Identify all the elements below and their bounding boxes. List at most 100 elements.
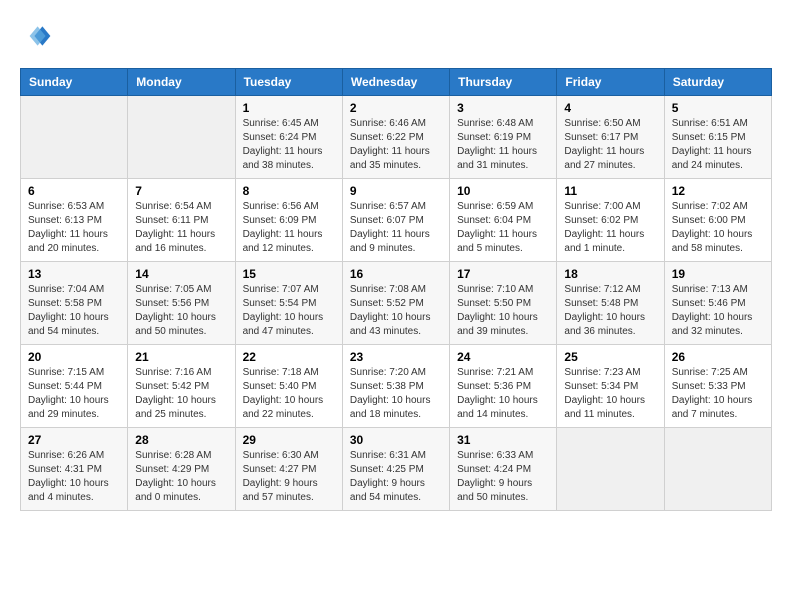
day-number: 9: [350, 184, 442, 198]
page-header: [20, 20, 772, 52]
weekday-header: Thursday: [450, 69, 557, 96]
day-number: 28: [135, 433, 227, 447]
calendar-week-row: 6 Sunrise: 6:53 AMSunset: 6:13 PMDaylight…: [21, 179, 772, 262]
day-number: 27: [28, 433, 120, 447]
weekday-header: Saturday: [664, 69, 771, 96]
day-number: 29: [243, 433, 335, 447]
day-info: Sunrise: 7:23 AMSunset: 5:34 PMDaylight:…: [564, 366, 656, 422]
day-info: Sunrise: 6:28 AMSunset: 4:29 PMDaylight:…: [135, 449, 227, 505]
day-number: 14: [135, 267, 227, 281]
calendar-cell: 9 Sunrise: 6:57 AMSunset: 6:07 PMDaylight…: [342, 179, 449, 262]
calendar-week-row: 27 Sunrise: 6:26 AMSunset: 4:31 PMDayligh…: [21, 428, 772, 511]
calendar-cell: 14 Sunrise: 7:05 AMSunset: 5:56 PMDayligh…: [128, 262, 235, 345]
day-info: Sunrise: 7:07 AMSunset: 5:54 PMDaylight:…: [243, 283, 335, 339]
calendar-cell: 28 Sunrise: 6:28 AMSunset: 4:29 PMDayligh…: [128, 428, 235, 511]
calendar-body: 1Sunrise: 6:45 AMSunset: 6:24 PMDaylight…: [21, 96, 772, 511]
day-number: 18: [564, 267, 656, 281]
day-info: Sunrise: 6:33 AMSunset: 4:24 PMDaylight:…: [457, 449, 549, 505]
weekday-header: Tuesday: [235, 69, 342, 96]
day-info: Sunrise: 7:12 AMSunset: 5:48 PMDaylight:…: [564, 283, 656, 339]
day-number: 7: [135, 184, 227, 198]
calendar-cell: 1Sunrise: 6:45 AMSunset: 6:24 PMDaylight…: [235, 96, 342, 179]
calendar-cell: 29Sunrise: 6:30 AMSunset: 4:27 PMDayligh…: [235, 428, 342, 511]
calendar-cell: [557, 428, 664, 511]
day-info: Sunrise: 6:51 AMSunset: 6:15 PMDaylight:…: [672, 117, 764, 173]
calendar-cell: 3 Sunrise: 6:48 AMSunset: 6:19 PMDaylight…: [450, 96, 557, 179]
calendar-cell: [664, 428, 771, 511]
calendar-cell: 24 Sunrise: 7:21 AMSunset: 5:36 PMDayligh…: [450, 345, 557, 428]
weekday-header: Monday: [128, 69, 235, 96]
calendar-cell: 21 Sunrise: 7:16 AMSunset: 5:42 PMDayligh…: [128, 345, 235, 428]
calendar-cell: 27 Sunrise: 6:26 AMSunset: 4:31 PMDayligh…: [21, 428, 128, 511]
day-number: 17: [457, 267, 549, 281]
calendar-header: SundayMondayTuesdayWednesdayThursdayFrid…: [21, 69, 772, 96]
day-info: Sunrise: 6:48 AMSunset: 6:19 PMDaylight:…: [457, 117, 549, 173]
day-info: Sunrise: 6:46 AMSunset: 6:22 PMDaylight:…: [350, 117, 442, 173]
day-info: Sunrise: 7:15 AMSunset: 5:44 PMDaylight:…: [28, 366, 120, 422]
day-info: Sunrise: 7:20 AMSunset: 5:38 PMDaylight:…: [350, 366, 442, 422]
day-number: 20: [28, 350, 120, 364]
day-info: Sunrise: 6:59 AMSunset: 6:04 PMDaylight:…: [457, 200, 549, 256]
day-number: 15: [243, 267, 335, 281]
day-number: 16: [350, 267, 442, 281]
day-info: Sunrise: 7:04 AMSunset: 5:58 PMDaylight:…: [28, 283, 120, 339]
calendar-cell: 2 Sunrise: 6:46 AMSunset: 6:22 PMDaylight…: [342, 96, 449, 179]
calendar-cell: 19Sunrise: 7:13 AMSunset: 5:46 PMDayligh…: [664, 262, 771, 345]
calendar-cell: 4Sunrise: 6:50 AMSunset: 6:17 PMDaylight…: [557, 96, 664, 179]
day-info: Sunrise: 7:25 AMSunset: 5:33 PMDaylight:…: [672, 366, 764, 422]
day-info: Sunrise: 6:26 AMSunset: 4:31 PMDaylight:…: [28, 449, 120, 505]
calendar-cell: 23Sunrise: 7:20 AMSunset: 5:38 PMDayligh…: [342, 345, 449, 428]
day-number: 11: [564, 184, 656, 198]
calendar-cell: 7 Sunrise: 6:54 AMSunset: 6:11 PMDaylight…: [128, 179, 235, 262]
day-number: 25: [564, 350, 656, 364]
day-number: 24: [457, 350, 549, 364]
calendar-cell: 17 Sunrise: 7:10 AMSunset: 5:50 PMDayligh…: [450, 262, 557, 345]
calendar-cell: [21, 96, 128, 179]
weekday-header: Friday: [557, 69, 664, 96]
day-info: Sunrise: 6:53 AMSunset: 6:13 PMDaylight:…: [28, 200, 120, 256]
weekday-header: Sunday: [21, 69, 128, 96]
day-number: 19: [672, 267, 764, 281]
calendar-cell: 5 Sunrise: 6:51 AMSunset: 6:15 PMDaylight…: [664, 96, 771, 179]
logo-icon: [20, 20, 52, 52]
day-number: 5: [672, 101, 764, 115]
day-info: Sunrise: 6:54 AMSunset: 6:11 PMDaylight:…: [135, 200, 227, 256]
day-number: 2: [350, 101, 442, 115]
day-info: Sunrise: 7:10 AMSunset: 5:50 PMDaylight:…: [457, 283, 549, 339]
calendar-cell: 25 Sunrise: 7:23 AMSunset: 5:34 PMDayligh…: [557, 345, 664, 428]
calendar-cell: 18 Sunrise: 7:12 AMSunset: 5:48 PMDayligh…: [557, 262, 664, 345]
day-number: 3: [457, 101, 549, 115]
calendar-cell: 26 Sunrise: 7:25 AMSunset: 5:33 PMDayligh…: [664, 345, 771, 428]
day-info: Sunrise: 6:57 AMSunset: 6:07 PMDaylight:…: [350, 200, 442, 256]
day-number: 6: [28, 184, 120, 198]
day-info: Sunrise: 7:16 AMSunset: 5:42 PMDaylight:…: [135, 366, 227, 422]
day-info: Sunrise: 7:05 AMSunset: 5:56 PMDaylight:…: [135, 283, 227, 339]
calendar-cell: 20 Sunrise: 7:15 AMSunset: 5:44 PMDayligh…: [21, 345, 128, 428]
calendar-cell: 30 Sunrise: 6:31 AMSunset: 4:25 PMDayligh…: [342, 428, 449, 511]
day-number: 26: [672, 350, 764, 364]
weekday-header: Wednesday: [342, 69, 449, 96]
calendar-cell: 13Sunrise: 7:04 AMSunset: 5:58 PMDayligh…: [21, 262, 128, 345]
calendar-cell: 10 Sunrise: 6:59 AMSunset: 6:04 PMDayligh…: [450, 179, 557, 262]
calendar-cell: 8 Sunrise: 6:56 AMSunset: 6:09 PMDaylight…: [235, 179, 342, 262]
calendar-cell: 15 Sunrise: 7:07 AMSunset: 5:54 PMDayligh…: [235, 262, 342, 345]
calendar-cell: 16Sunrise: 7:08 AMSunset: 5:52 PMDayligh…: [342, 262, 449, 345]
day-number: 30: [350, 433, 442, 447]
calendar-cell: 12 Sunrise: 7:02 AMSunset: 6:00 PMDayligh…: [664, 179, 771, 262]
day-number: 22: [243, 350, 335, 364]
calendar-week-row: 13Sunrise: 7:04 AMSunset: 5:58 PMDayligh…: [21, 262, 772, 345]
day-info: Sunrise: 6:56 AMSunset: 6:09 PMDaylight:…: [243, 200, 335, 256]
day-info: Sunrise: 7:00 AMSunset: 6:02 PMDaylight:…: [564, 200, 656, 256]
day-info: Sunrise: 6:31 AMSunset: 4:25 PMDaylight:…: [350, 449, 442, 505]
day-number: 12: [672, 184, 764, 198]
day-info: Sunrise: 7:02 AMSunset: 6:00 PMDaylight:…: [672, 200, 764, 256]
day-number: 21: [135, 350, 227, 364]
day-number: 8: [243, 184, 335, 198]
day-number: 10: [457, 184, 549, 198]
day-info: Sunrise: 7:21 AMSunset: 5:36 PMDaylight:…: [457, 366, 549, 422]
day-number: 1: [243, 101, 335, 115]
calendar-cell: 31Sunrise: 6:33 AMSunset: 4:24 PMDayligh…: [450, 428, 557, 511]
day-info: Sunrise: 7:18 AMSunset: 5:40 PMDaylight:…: [243, 366, 335, 422]
calendar-cell: [128, 96, 235, 179]
calendar-week-row: 1Sunrise: 6:45 AMSunset: 6:24 PMDaylight…: [21, 96, 772, 179]
